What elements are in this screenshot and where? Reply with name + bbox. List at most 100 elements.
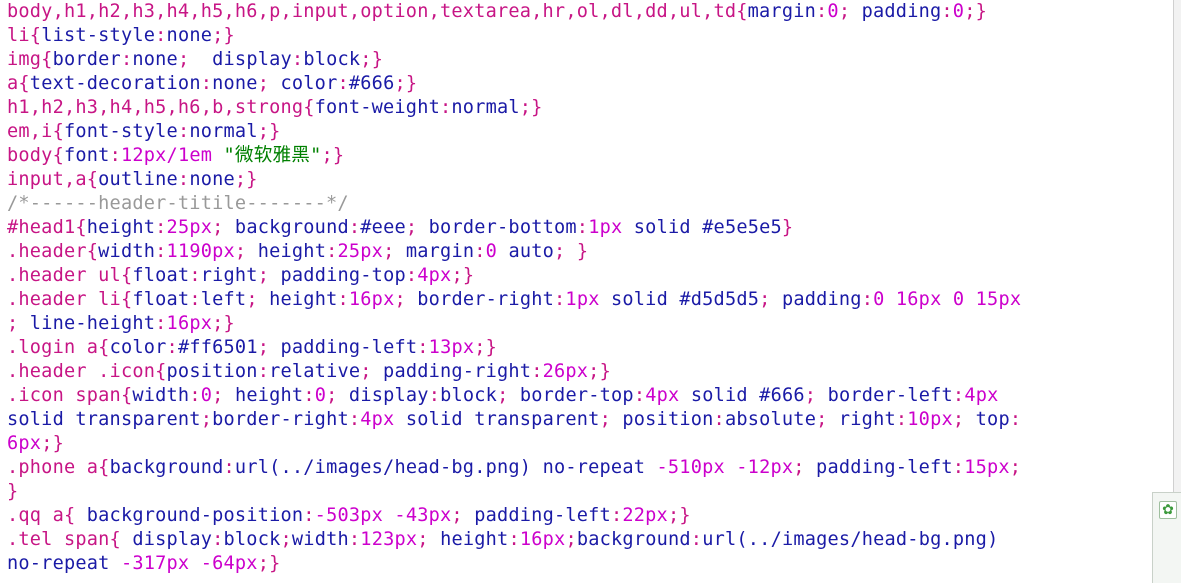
- code-token: border: [52, 49, 121, 70]
- code-token: :: [303, 505, 315, 526]
- code-token: ;: [383, 241, 395, 262]
- code-token: :: [109, 145, 121, 166]
- code-token: none: [189, 169, 235, 190]
- code-token: solid #666: [679, 385, 805, 406]
- code-line[interactable]: .icon span{width:0; height:0; display:bl…: [7, 384, 1174, 408]
- code-token: color: [269, 73, 338, 94]
- code-line[interactable]: .phone a{background:url(../images/head-b…: [7, 456, 1174, 480]
- code-line[interactable]: em,i{font-style:normal;}: [7, 120, 1174, 144]
- code-token: :: [417, 337, 429, 358]
- code-line[interactable]: input,a{outline:none;}: [7, 168, 1174, 192]
- code-token: font-weight: [314, 97, 440, 118]
- code-line[interactable]: 6px;}: [7, 432, 1174, 456]
- plugin-icon[interactable]: ✿: [1159, 501, 1177, 519]
- code-line[interactable]: li{list-style:none;}: [7, 24, 1174, 48]
- code-token: .login a{: [7, 337, 110, 358]
- code-token: ;}: [964, 1, 987, 22]
- code-token: .tel span{: [7, 529, 121, 550]
- code-token: "微软雅黑": [223, 145, 322, 166]
- code-editor[interactable]: body,h1,h2,h3,h4,h5,h6,p,input,option,te…: [0, 0, 1174, 582]
- code-token: :: [428, 385, 441, 406]
- code-line[interactable]: no-repeat -317px -64px;}: [7, 552, 1174, 576]
- code-token: block: [303, 49, 361, 70]
- code-token: ;}: [212, 25, 235, 46]
- code-line[interactable]: body{font:12px/1em "微软雅黑";}: [7, 144, 1174, 168]
- code-token: :: [223, 457, 235, 478]
- code-token: padding-top: [269, 265, 406, 286]
- code-token: width: [132, 385, 190, 406]
- code-token: 6px: [7, 433, 42, 454]
- code-token: :: [166, 337, 178, 358]
- code-token: 0: [200, 385, 213, 406]
- code-token: ;: [177, 49, 190, 70]
- code-token: ;: [599, 409, 611, 430]
- code-token: }: [781, 217, 794, 238]
- code-token: ;: [417, 529, 429, 550]
- code-token: 0: [952, 1, 965, 22]
- code-token: padding-left: [269, 337, 418, 358]
- code-token: width: [291, 529, 349, 550]
- code-token: right: [200, 265, 258, 286]
- code-content[interactable]: body,h1,h2,h3,h4,h5,h6,p,input,option,te…: [0, 0, 1174, 576]
- code-token: ;: [212, 385, 224, 406]
- code-token: none: [166, 25, 213, 46]
- code-token: height: [428, 529, 509, 550]
- code-token: :: [155, 241, 167, 262]
- code-token: 16px: [348, 289, 395, 310]
- code-token: :: [120, 49, 133, 70]
- code-line[interactable]: body,h1,h2,h3,h4,h5,h6,p,input,option,te…: [7, 0, 1174, 24]
- code-line[interactable]: .tel span{ display:block;width:123px; he…: [7, 528, 1174, 552]
- code-line[interactable]: img{border:none; display:block;}: [7, 48, 1174, 72]
- code-token: :: [474, 241, 486, 262]
- code-token: ;: [497, 385, 509, 406]
- code-token: 12px/1em: [120, 145, 213, 166]
- code-line[interactable]: h1,h2,h3,h4,h5,h6,b,strong{font-weight:n…: [7, 96, 1174, 120]
- code-line[interactable]: .header .icon{position:relative; padding…: [7, 360, 1174, 384]
- code-token: :: [177, 121, 190, 142]
- code-line[interactable]: ; line-height:16px;}: [7, 312, 1174, 336]
- code-line[interactable]: .qq a{ background-position:-503px -43px;…: [7, 504, 1174, 528]
- code-token: :: [337, 73, 349, 94]
- code-token: height: [223, 385, 304, 406]
- code-token: display: [120, 529, 213, 550]
- code-token: ;: [1009, 457, 1022, 478]
- code-token: :: [1009, 409, 1022, 430]
- code-token: :: [952, 385, 965, 406]
- side-panel-toggle[interactable]: ✿: [1152, 492, 1181, 583]
- code-token: :: [941, 1, 953, 22]
- code-line[interactable]: .login a{color:#ff6501; padding-left:13p…: [7, 336, 1174, 360]
- code-line[interactable]: solid transparent;border-right:4px solid…: [7, 408, 1174, 432]
- code-token: 4px: [417, 265, 452, 286]
- code-line[interactable]: }: [7, 480, 1174, 504]
- code-token: ;}: [234, 169, 258, 190]
- code-token: .header .icon{: [7, 361, 167, 382]
- code-token: absolute: [724, 409, 817, 430]
- code-token: ;: [360, 361, 372, 382]
- code-token: normal: [451, 97, 520, 118]
- code-line[interactable]: a{text-decoration:none; color:#666;}: [7, 72, 1174, 96]
- code-line[interactable]: .header ul{float:right; padding-top:4px;…: [7, 264, 1174, 288]
- code-token: none: [212, 73, 258, 94]
- code-token: .phone a{: [7, 457, 110, 478]
- code-token: ;: [212, 217, 224, 238]
- code-line[interactable]: .header li{float:left; height:16px; bord…: [7, 288, 1174, 312]
- code-token: :: [348, 529, 361, 550]
- code-token: ;: [257, 73, 270, 94]
- code-line[interactable]: /*------header-titile-------*/: [7, 192, 1174, 216]
- code-token: :: [952, 457, 965, 478]
- code-token: line-height: [29, 313, 156, 334]
- code-token: h1,h2,h3,h4,h5,h6,b,strong{: [7, 97, 315, 118]
- code-line[interactable]: .header{width:1190px; height:25px; margi…: [7, 240, 1174, 264]
- code-token: text-decoration: [29, 73, 201, 94]
- code-line[interactable]: #head1{height:25px; background:#eee; bor…: [7, 216, 1174, 240]
- code-token: :: [189, 265, 201, 286]
- code-token: ;: [804, 385, 817, 406]
- code-token: auto: [497, 241, 555, 262]
- code-token: ;: [234, 241, 247, 262]
- code-token: :: [895, 409, 908, 430]
- code-token: border-bottom: [417, 217, 577, 238]
- code-token: ;}: [360, 49, 384, 70]
- code-token: right: [827, 409, 896, 430]
- code-token: color: [109, 337, 167, 358]
- code-token: none: [132, 49, 178, 70]
